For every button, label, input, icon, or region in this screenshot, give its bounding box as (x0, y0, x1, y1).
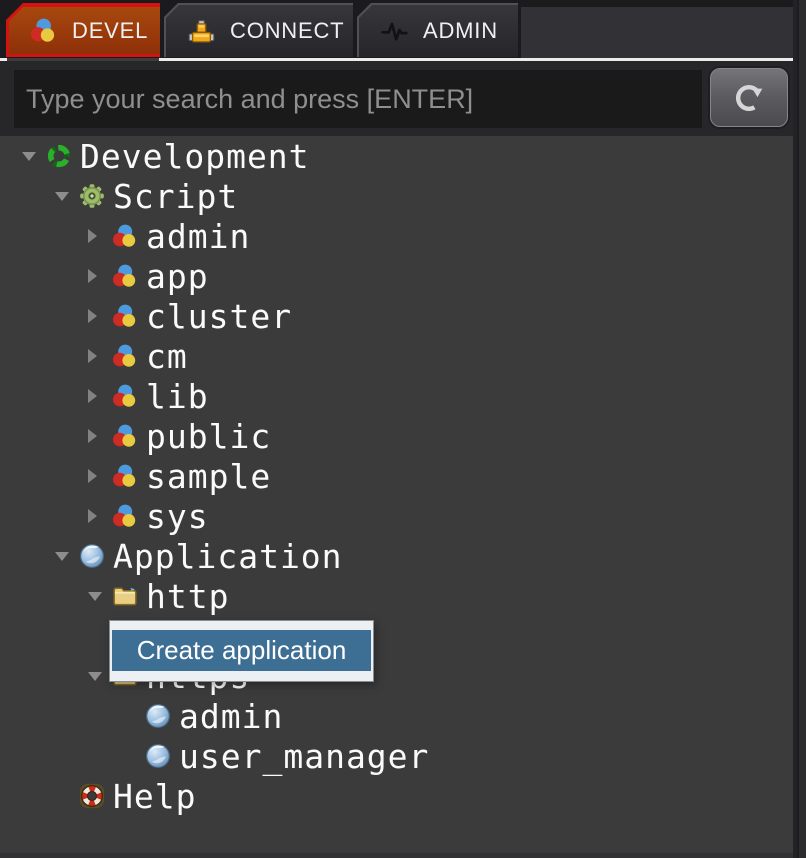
tree-item-script[interactable]: Script (0, 176, 793, 216)
tab-admin-fill: ADMIN (359, 5, 518, 57)
tree-item-sample[interactable]: sample (0, 456, 793, 496)
panel-bottom-edge (0, 853, 793, 858)
collapse-arrow-icon[interactable] (22, 136, 46, 176)
active-tab-connector (7, 58, 159, 61)
tree-item-label: lib (146, 377, 209, 416)
globe-icon (145, 703, 171, 729)
tree-item-user-manager[interactable]: user_manager (0, 736, 793, 776)
globe-icon (79, 543, 105, 569)
tree-item-label: sys (146, 497, 209, 536)
collapse-arrow-icon[interactable] (88, 576, 112, 616)
expand-arrow-icon[interactable] (88, 376, 112, 416)
expand-arrow-icon[interactable] (88, 336, 112, 376)
tab-bar: DEVEL CONNECT ADMIN (0, 0, 806, 58)
connector-icon (188, 18, 215, 45)
tree-panel: DevelopmentScriptadminappclustercmlibpub… (0, 136, 793, 858)
palette-icon (30, 17, 57, 44)
palette-icon (112, 423, 138, 449)
palette-icon (112, 383, 138, 409)
tree-item-help[interactable]: Help (0, 776, 793, 816)
arrow-spacer (121, 696, 145, 736)
context-menu: Create application (109, 620, 374, 682)
expand-arrow-icon[interactable] (88, 256, 112, 296)
tree-item-sys[interactable]: sys (0, 496, 793, 536)
tree-item-label: Application (113, 537, 343, 576)
tab-devel-fill: DEVEL (9, 7, 160, 54)
tab-devel-label: DEVEL (72, 18, 148, 44)
arrow-spacer (55, 776, 79, 816)
tree-item-development[interactable]: Development (0, 136, 793, 176)
panel-edge (793, 0, 806, 858)
folder-icon (112, 583, 138, 609)
tree-item-label: cluster (146, 297, 292, 336)
pulse-icon (381, 18, 408, 45)
tree-item-label: sample (146, 457, 271, 496)
tree-item-label: Development (80, 137, 310, 176)
collapse-arrow-icon[interactable] (55, 176, 79, 216)
tree-item-admin[interactable]: admin (0, 696, 793, 736)
tree-item-app[interactable]: app (0, 256, 793, 296)
tab-admin[interactable]: ADMIN (357, 3, 518, 57)
lifebuoy-icon (79, 783, 105, 809)
tree-item-label: Help (113, 777, 196, 816)
tree-item-label: user_manager (179, 737, 429, 776)
tree-item-admin[interactable]: admin (0, 216, 793, 256)
tree-item-label: admin (179, 697, 283, 736)
expand-arrow-icon[interactable] (88, 296, 112, 336)
tree-item-label: admin (146, 217, 250, 256)
palette-icon (112, 503, 138, 529)
tree-item-label: app (146, 257, 209, 296)
tab-connect-fill: CONNECT (166, 5, 353, 57)
palette-icon (112, 223, 138, 249)
tab-connect-label: CONNECT (230, 18, 344, 44)
tree-item-cluster[interactable]: cluster (0, 296, 793, 336)
palette-icon (112, 463, 138, 489)
tree-item-public[interactable]: public (0, 416, 793, 456)
palette-icon (112, 263, 138, 289)
menu-item-create-application[interactable]: Create application (112, 630, 371, 671)
tree-item-label: Script (113, 177, 238, 216)
tree-item-lib[interactable]: lib (0, 376, 793, 416)
tree-item-label: http (146, 577, 229, 616)
tree-item-cm[interactable]: cm (0, 336, 793, 376)
globe-icon (145, 743, 171, 769)
tab-devel[interactable]: DEVEL (6, 3, 160, 57)
tree-item-label: public (146, 417, 271, 456)
palette-icon (112, 343, 138, 369)
tree-item-application[interactable]: Application (0, 536, 793, 576)
refresh-button[interactable] (710, 68, 788, 127)
gear-icon (79, 183, 105, 209)
collapse-arrow-icon[interactable] (55, 536, 79, 576)
search-input[interactable] (14, 70, 702, 128)
search-bar (0, 61, 793, 136)
tab-admin-label: ADMIN (423, 18, 498, 44)
tab-connect[interactable]: CONNECT (164, 3, 353, 57)
expand-arrow-icon[interactable] (88, 456, 112, 496)
recycle-icon (46, 143, 72, 169)
arrow-spacer (121, 736, 145, 776)
expand-arrow-icon[interactable] (88, 416, 112, 456)
expand-arrow-icon[interactable] (88, 496, 112, 536)
tree-item-label: cm (146, 337, 188, 376)
expand-arrow-icon[interactable] (88, 216, 112, 256)
refresh-icon (731, 80, 767, 116)
tree-item-http[interactable]: http (0, 576, 793, 616)
palette-icon (112, 303, 138, 329)
app-window: DEVEL CONNECT ADMIN (0, 0, 806, 858)
